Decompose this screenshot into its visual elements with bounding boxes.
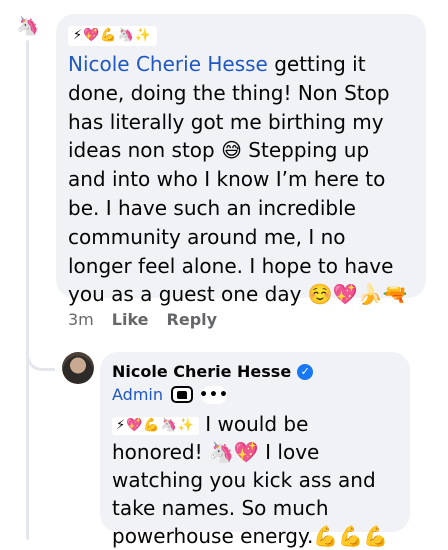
reply-author-name[interactable]: Nicole Cherie Hesse <box>112 362 291 381</box>
mention-link[interactable]: Nicole Cherie Hesse <box>68 52 268 76</box>
comment-actions: 3m Like Reply <box>68 310 217 329</box>
mention-emojis[interactable]: ⚡💖💪🦄✨ <box>112 417 199 435</box>
like-button[interactable]: Like <box>112 310 149 329</box>
comment-text: Nicole Cherie Hesse getting it done, doi… <box>68 50 412 309</box>
more-options-button[interactable]: ••• <box>199 385 228 404</box>
comment-timestamp[interactable]: 3m <box>68 310 94 329</box>
reply-button[interactable]: Reply <box>167 310 218 329</box>
avatar[interactable] <box>62 352 94 384</box>
comment-bubble: ⚡💖💪🦄✨ Nicole Cherie Hesse getting it don… <box>56 14 426 306</box>
reply-bubble: Nicole Cherie Hesse ✓ Admin ••• ⚡💖💪🦄✨ I … <box>100 352 410 548</box>
admin-role-label[interactable]: Admin <box>112 385 163 404</box>
commenter-name-emojis[interactable]: ⚡💖💪🦄✨ <box>68 26 157 46</box>
thread-line <box>26 40 29 540</box>
commenter-avatar[interactable]: 🦄 <box>16 14 40 38</box>
reply-text: ⚡💖💪🦄✨ I would be honored! 🦄💖 I love watc… <box>112 410 398 550</box>
thread-connector <box>26 318 55 371</box>
comment-body: getting it done, doing the thing! Non St… <box>68 52 408 307</box>
verified-badge-icon: ✓ <box>297 363 314 380</box>
unicorn-icon: 🦄 <box>16 15 40 37</box>
chat-badge-icon[interactable] <box>171 386 193 403</box>
